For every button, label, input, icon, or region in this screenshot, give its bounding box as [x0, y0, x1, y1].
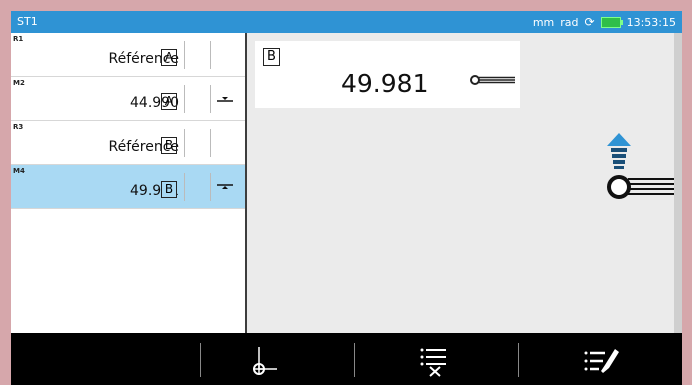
datum-box: B	[161, 181, 177, 198]
tolerance-upper-icon	[217, 184, 233, 189]
divider	[210, 85, 211, 113]
list-edit-icon	[584, 349, 619, 373]
datum-origin-button[interactable]	[233, 339, 293, 383]
toolbar-divider	[354, 343, 355, 377]
list-item-selected[interactable]: M4 49.981 B	[11, 165, 245, 209]
list-item[interactable]: M2 44.990 A	[11, 77, 245, 121]
toolbar-divider	[200, 343, 201, 377]
list-item[interactable]: R3 Référence B	[11, 121, 245, 165]
battery-icon	[600, 16, 623, 28]
bottom-toolbar	[11, 333, 682, 385]
status-right: mm rad ⟳ 13:53:15	[533, 15, 676, 29]
device-frame: ST1 mm rad ⟳ 13:53:15 R1 Référence A M2 …	[0, 0, 692, 385]
clock: 13:53:15	[626, 15, 676, 29]
scrollbar[interactable]	[674, 33, 682, 333]
units-label[interactable]: mm	[533, 16, 554, 29]
main-view: B 49.981	[247, 33, 675, 333]
measured-value: 49.981	[341, 69, 429, 98]
datum-origin-icon	[253, 347, 277, 375]
row-tag: M2	[13, 79, 25, 87]
edit-list-button[interactable]	[571, 339, 631, 383]
delete-list-button[interactable]	[404, 339, 464, 383]
divider	[210, 173, 211, 201]
divider	[184, 41, 185, 69]
divider	[184, 129, 185, 157]
datum-box: A	[161, 93, 177, 110]
status-bar: ST1 mm rad ⟳ 13:53:15	[11, 11, 682, 33]
angle-units-label[interactable]: rad	[560, 16, 578, 29]
station-title: ST1	[17, 15, 38, 28]
screen: ST1 mm rad ⟳ 13:53:15 R1 Référence A M2 …	[11, 11, 682, 385]
divider	[184, 173, 185, 201]
probe-icon	[470, 75, 515, 85]
sync-icon: ⟳	[584, 15, 595, 29]
datum-box: B	[263, 48, 280, 66]
measurement-list: R1 Référence A M2 44.990 A R3 Référence …	[11, 33, 247, 333]
toolbar-divider	[518, 343, 519, 377]
divider	[210, 41, 211, 69]
probe-direction-icon	[607, 133, 675, 199]
row-tag: R1	[13, 35, 24, 43]
row-tag: M4	[13, 167, 25, 175]
tolerance-lower-icon	[217, 97, 233, 102]
list-delete-icon	[420, 348, 446, 377]
list-item[interactable]: R1 Référence A	[11, 33, 245, 77]
row-tag: R3	[13, 123, 24, 131]
measurement-card[interactable]: B 49.981	[255, 41, 520, 108]
divider	[210, 129, 211, 157]
datum-box: B	[161, 137, 177, 154]
divider	[184, 85, 185, 113]
datum-box: A	[161, 49, 177, 66]
